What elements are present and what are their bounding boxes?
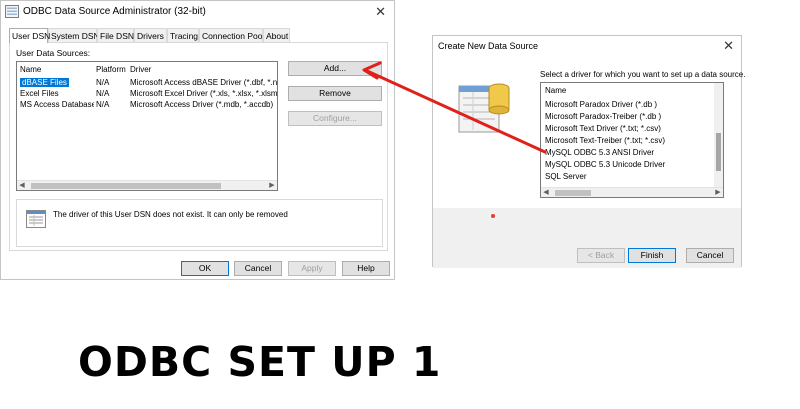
column-header-name[interactable]: Name <box>20 65 94 74</box>
red-marker-dot <box>491 214 495 218</box>
tab-about[interactable]: About <box>263 28 290 42</box>
list-item[interactable]: MS Access Database N/A Microsoft Access … <box>17 99 277 110</box>
wizard-footer: < Back Finish Cancel <box>433 208 741 268</box>
list-item[interactable]: Microsoft Paradox-Treiber (*.db ) 1 <box>541 111 723 122</box>
dsn-name: MS Access Database <box>20 100 94 109</box>
driver-name: SQL Server <box>545 172 587 181</box>
tab-connection-pooling[interactable]: Connection Pooling <box>199 28 276 42</box>
info-box: The driver of this User DSN does not exi… <box>16 199 383 247</box>
list-item[interactable]: Microsoft Paradox Driver (*.db ) 1 <box>541 99 723 110</box>
cancel-button[interactable]: Cancel <box>234 261 282 276</box>
close-icon[interactable]: ✕ <box>723 39 734 52</box>
column-header-name[interactable]: Name <box>545 86 713 95</box>
tab-drivers[interactable]: Drivers <box>134 28 167 42</box>
driver-list[interactable]: Name V Microsoft Paradox Driver (*.db ) … <box>540 82 724 198</box>
driver-prompt: Select a driver for which you want to se… <box>540 70 746 79</box>
apply-button[interactable]: Apply <box>288 261 336 276</box>
list-item[interactable]: MySQL ODBC 5.3 Unicode Driver 5 <box>541 159 723 170</box>
scrollbar-thumb[interactable] <box>716 133 721 171</box>
user-data-sources-list[interactable]: Name Platform Driver dBASE Files N/A Mic… <box>16 61 278 191</box>
odbc-titlebar[interactable]: ODBC Data Source Administrator (32-bit) … <box>1 1 394 23</box>
create-new-data-source-window: Create New Data Source ✕ Select a driver… <box>432 35 746 268</box>
list-item[interactable]: Microsoft Text-Treiber (*.txt; *.csv) 1 <box>541 135 723 146</box>
dsn-name: dBASE Files <box>20 78 69 87</box>
data-source-icon <box>26 210 46 228</box>
vertical-scrollbar[interactable] <box>714 83 723 189</box>
scrollbar-thumb[interactable] <box>31 183 221 189</box>
cnds-window-title: Create New Data Source <box>438 41 539 51</box>
finish-button[interactable]: Finish <box>628 248 676 263</box>
help-button[interactable]: Help <box>342 261 390 276</box>
horizontal-scrollbar[interactable]: ◀ ▶ <box>541 187 723 197</box>
close-icon[interactable]: ✕ <box>375 5 386 18</box>
driver-name: MySQL ODBC 5.3 Unicode Driver <box>545 160 666 169</box>
dsn-platform: N/A <box>96 78 110 87</box>
column-header-platform[interactable]: Platform <box>96 65 129 74</box>
list-header: Name Platform Driver <box>17 62 277 75</box>
tab-file-dsn[interactable]: File DSN <box>97 28 134 42</box>
list-item[interactable]: Microsoft Text Driver (*.txt; *.csv) 1 <box>541 123 723 134</box>
dsn-platform: N/A <box>96 100 110 109</box>
list-item[interactable]: dBASE Files N/A Microsoft Access dBASE D… <box>17 77 277 88</box>
dsn-platform: N/A <box>96 89 110 98</box>
ok-button[interactable]: OK <box>181 261 229 276</box>
scroll-right-icon[interactable]: ▶ <box>713 188 723 197</box>
tab-user-dsn[interactable]: User DSN <box>9 28 50 43</box>
cancel-button[interactable]: Cancel <box>686 248 734 263</box>
configure-button[interactable]: Configure... <box>288 111 382 126</box>
tab-tracing[interactable]: Tracing <box>167 28 199 42</box>
odbc-window-title: ODBC Data Source Administrator (32-bit) <box>23 6 206 17</box>
dsn-driver: Microsoft Access dBASE Driver (*.dbf, *.… <box>130 78 278 87</box>
driver-name: MySQL ODBC 5.3 ANSI Driver <box>545 148 655 157</box>
horizontal-scrollbar[interactable]: ◀ ▶ <box>17 180 277 190</box>
add-button[interactable]: Add... <box>288 61 382 76</box>
dsn-driver: Microsoft Excel Driver (*.xls, *.xlsx, *… <box>130 89 278 98</box>
driver-list-header: Name V <box>541 83 723 96</box>
list-item[interactable]: SQL Server 1 <box>541 171 723 182</box>
info-message: The driver of this User DSN does not exi… <box>53 210 288 219</box>
dsn-driver: Microsoft Access Driver (*.mdb, *.accdb) <box>130 100 274 109</box>
column-header-driver[interactable]: Driver <box>130 65 277 74</box>
data-source-wizard-icon <box>458 83 510 133</box>
user-data-sources-label: User Data Sources: <box>16 48 91 58</box>
driver-name: Microsoft Paradox-Treiber (*.db ) <box>545 112 662 121</box>
caption-heading: ODBC SET UP 1 <box>78 338 442 386</box>
dsn-name: Excel Files <box>20 89 59 98</box>
remove-button[interactable]: Remove <box>288 86 382 101</box>
list-item[interactable]: MySQL ODBC 5.3 ANSI Driver 5 <box>541 147 723 158</box>
scroll-left-icon[interactable]: ◀ <box>541 188 551 197</box>
user-dsn-panel: User Data Sources: Name Platform Driver … <box>9 42 388 251</box>
list-item[interactable]: Excel Files N/A Microsoft Excel Driver (… <box>17 88 277 99</box>
driver-name: Microsoft Text Driver (*.txt; *.csv) <box>545 124 661 133</box>
tab-system-dsn[interactable]: System DSN <box>48 28 100 42</box>
scroll-right-icon[interactable]: ▶ <box>267 181 277 190</box>
scrollbar-thumb[interactable] <box>555 190 591 196</box>
odbc-app-icon <box>5 5 19 18</box>
scroll-left-icon[interactable]: ◀ <box>17 181 27 190</box>
driver-name: Microsoft Text-Treiber (*.txt; *.csv) <box>545 136 666 145</box>
back-button[interactable]: < Back <box>577 248 625 263</box>
odbc-administrator-window: ODBC Data Source Administrator (32-bit) … <box>0 0 395 280</box>
driver-name: Microsoft Paradox Driver (*.db ) <box>545 100 658 109</box>
